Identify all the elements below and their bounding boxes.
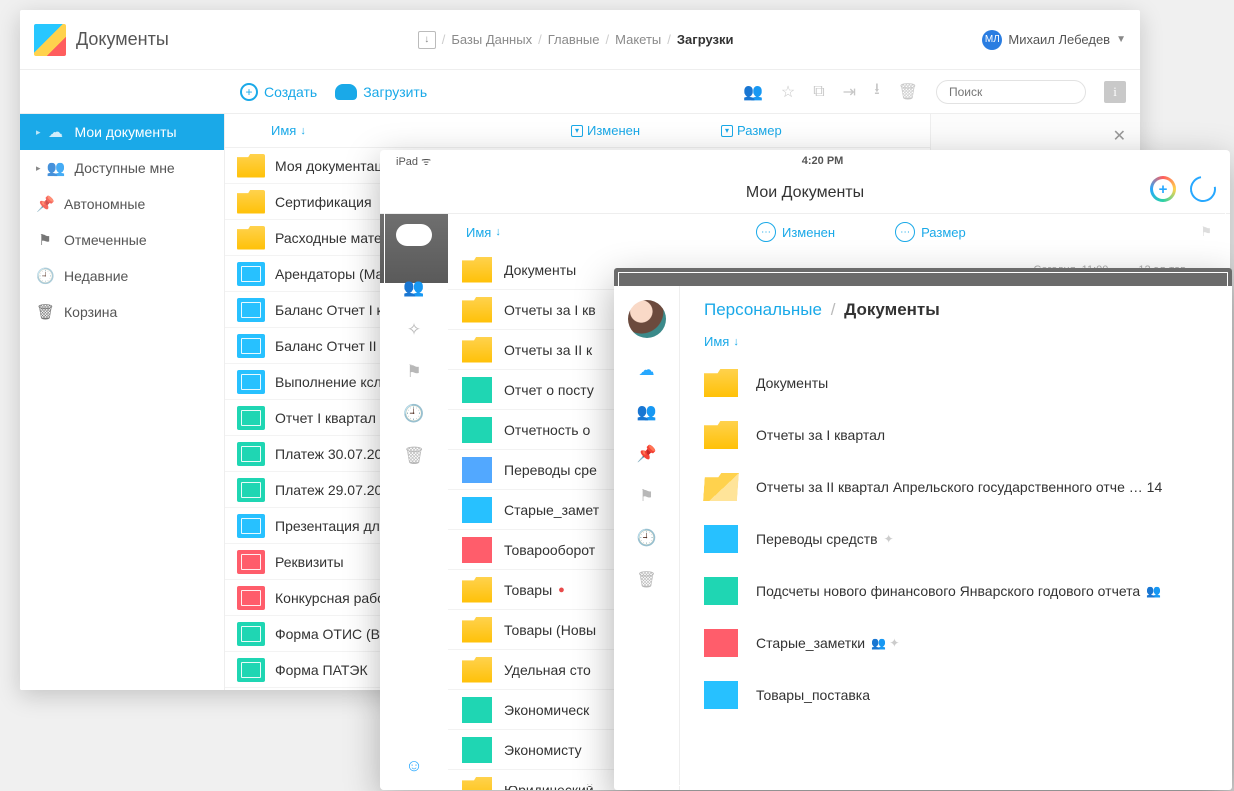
file-icon <box>237 226 265 250</box>
file-icon <box>237 334 265 358</box>
upload-label: Загрузить <box>363 84 427 100</box>
chevron-right-icon: ▸ <box>36 127 41 138</box>
clock-icon: 🕘 <box>36 267 54 285</box>
cloud-upload-icon <box>335 84 357 100</box>
file-icon <box>237 370 265 394</box>
sidebar-item-label: Мои документы <box>75 124 177 140</box>
user-menu[interactable]: МЛ Михаил Лебедев ▼ <box>982 30 1126 50</box>
file-icon <box>237 154 265 178</box>
file-icon <box>237 190 265 214</box>
flag-icon: ⚑ <box>36 231 54 249</box>
phone-main: Персональные / Документы Имя↓ ДокументыО… <box>680 286 1232 790</box>
sidebar-item-label: Корзина <box>64 304 117 320</box>
breadcrumb-item[interactable]: Макеты <box>615 32 661 47</box>
trash-icon[interactable]: 🗑 <box>898 82 918 102</box>
desktop-header: Документы ↓ / Базы Данных/ Главные/ Маке… <box>20 10 1140 70</box>
chevron-down-icon: ▼ <box>1116 34 1126 45</box>
chevron-right-icon: ▸ <box>36 163 41 174</box>
cloud-icon: ☁ <box>47 123 65 141</box>
breadcrumb-current: Загрузки <box>677 32 734 47</box>
col-size[interactable]: ▾Размер <box>721 123 782 138</box>
breadcrumb-item[interactable]: Базы Данных <box>451 32 532 47</box>
sidebar-item-label: Отмеченные <box>64 232 147 248</box>
file-icon <box>237 658 265 682</box>
sidebar-item-flagged[interactable]: ⚑ Отмеченные <box>20 222 224 258</box>
app-logo-icon <box>34 24 66 56</box>
file-icon <box>704 681 738 709</box>
sidebar-item-recent[interactable]: 🕘 Недавние <box>20 258 224 294</box>
star-icon[interactable]: ☆ <box>781 82 795 102</box>
file-icon <box>237 262 265 286</box>
breadcrumb-root-icon[interactable]: ↓ <box>418 31 436 49</box>
sidebar-item-offline[interactable]: 📌 Автономные <box>20 186 224 222</box>
create-label: Создать <box>264 84 317 100</box>
plus-circle-icon: + <box>240 83 258 101</box>
file-icon <box>237 586 265 610</box>
file-icon <box>237 406 265 430</box>
sidebar-item-my-docs[interactable]: ▸ ☁ Мои документы <box>20 114 224 150</box>
file-icon <box>237 442 265 466</box>
file-icon <box>237 550 265 574</box>
dropdown-icon: ▾ <box>571 125 583 137</box>
sidebar-item-trash[interactable]: 🗑 Корзина <box>20 294 224 330</box>
people-icon: 👥 <box>47 159 65 177</box>
share-icon[interactable]: 👥 <box>743 82 763 102</box>
file-icon <box>237 514 265 538</box>
pin-icon: 📌 <box>36 195 54 213</box>
app-title: Документы <box>76 29 169 50</box>
sidebar-item-label: Автономные <box>64 196 145 212</box>
col-modified[interactable]: ▾Изменен <box>571 123 721 138</box>
desktop-toolbar: + Создать Загрузить 👥 ☆ ⧉ ⇥ ⭳ 🗑 i <box>20 70 1140 114</box>
file-icon <box>462 737 492 763</box>
table-row[interactable]: Товары_поставка <box>680 669 1232 721</box>
move-icon[interactable]: ⇥ <box>843 82 856 102</box>
file-icon <box>237 622 265 646</box>
breadcrumb: ↓ / Базы Данных/ Главные/ Макеты/ Загруз… <box>418 31 734 49</box>
col-name[interactable]: Имя↓ <box>271 123 571 138</box>
upload-button[interactable]: Загрузить <box>335 84 427 100</box>
search-input[interactable] <box>936 80 1086 104</box>
sidebar-item-label: Доступные мне <box>75 160 175 176</box>
breadcrumb-item[interactable]: Главные <box>548 32 600 47</box>
dropdown-icon: ▾ <box>721 125 733 137</box>
user-avatar-icon: МЛ <box>982 30 1002 50</box>
info-button[interactable]: i <box>1104 81 1126 103</box>
file-icon <box>237 298 265 322</box>
desktop-sidebar: ▸ ☁ Мои документы ▸ 👥 Доступные мне 📌 Ав… <box>20 114 225 690</box>
sidebar-item-label: Недавние <box>64 268 128 284</box>
sidebar-item-shared[interactable]: ▸ 👥 Доступные мне <box>20 150 224 186</box>
download-icon[interactable]: ⭳ <box>874 78 880 105</box>
create-button[interactable]: + Создать <box>240 83 317 101</box>
file-icon <box>237 478 265 502</box>
user-name: Михаил Лебедев <box>1008 32 1110 47</box>
close-icon[interactable]: ✕ <box>1113 126 1126 146</box>
copy-icon[interactable]: ⧉ <box>813 83 824 101</box>
trash-icon: 🗑 <box>36 303 54 321</box>
phone-window: ☁ 👥 📌 ⚑ 🕘 🗑 Персональные / Документы Имя… <box>614 268 1232 790</box>
